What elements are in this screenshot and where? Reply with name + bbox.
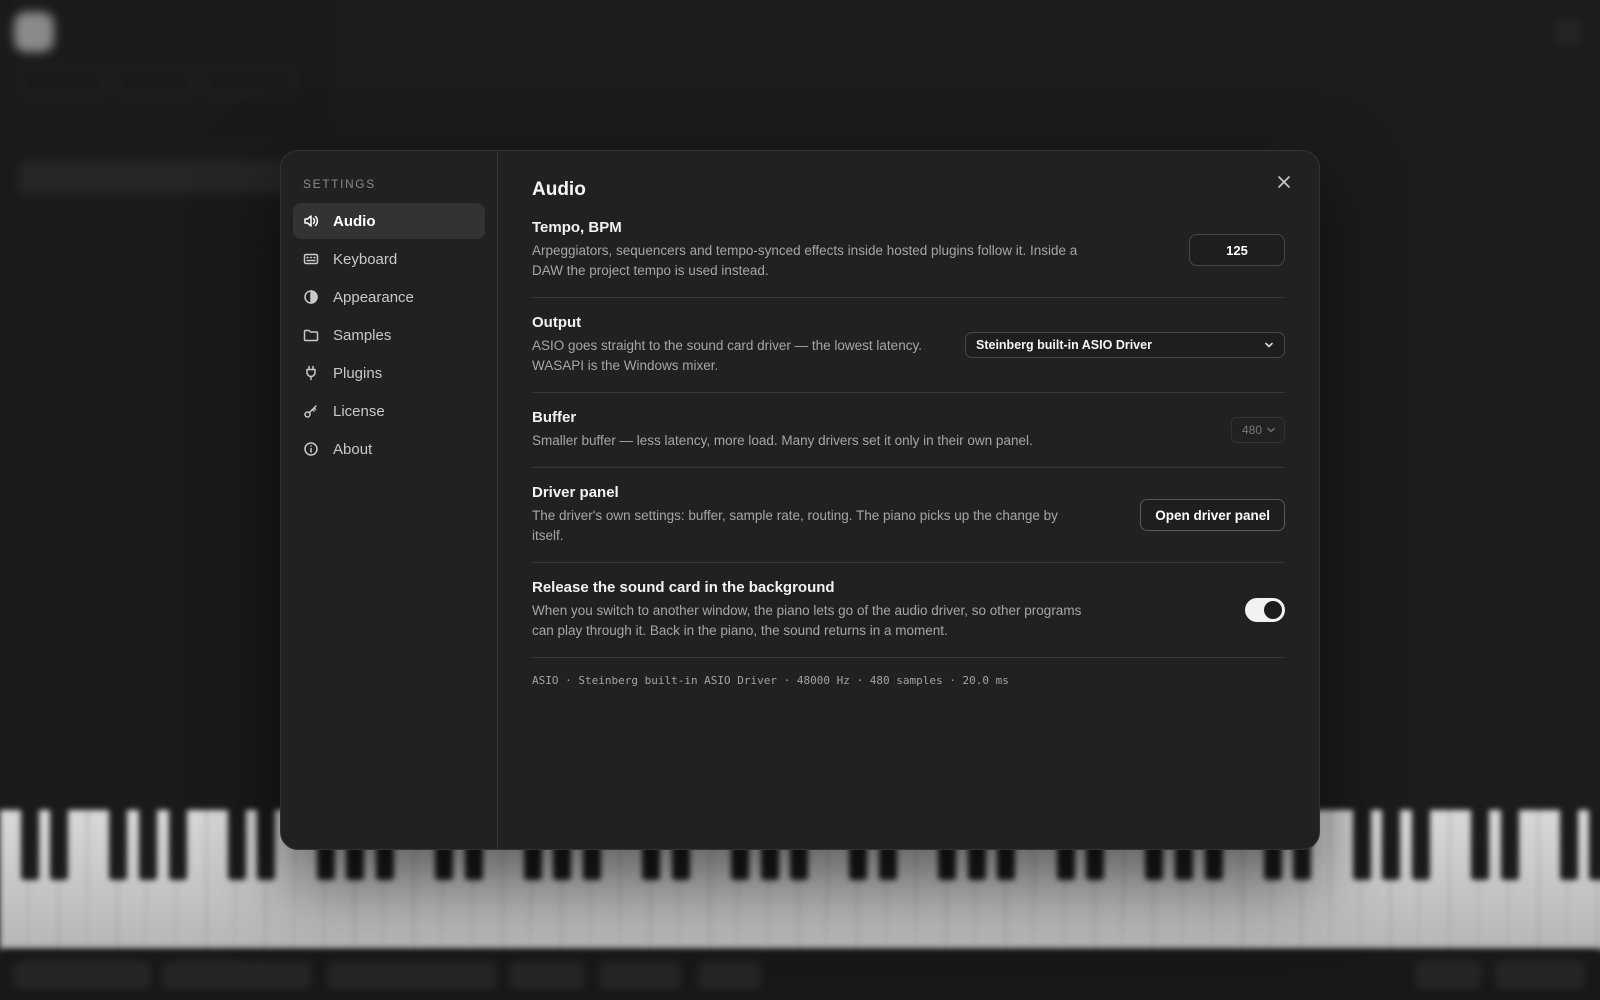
background-pill — [600, 962, 680, 988]
background-window-button — [1556, 20, 1580, 44]
piano-black-key — [1411, 810, 1430, 880]
settings-nav: SETTINGS Audio Keyboard Appearance Sampl… — [281, 151, 498, 849]
background-pill — [1496, 962, 1584, 988]
background-bottom-bar — [0, 950, 1600, 1000]
open-driver-panel-button[interactable]: Open driver panel — [1140, 499, 1285, 531]
piano-black-key — [257, 810, 276, 880]
settings-content: Audio Tempo, BPM Arpeggiators, sequencer… — [498, 151, 1319, 849]
background-filter-bar — [20, 116, 320, 146]
setting-description: The driver's own settings: buffer, sampl… — [532, 508, 1058, 543]
nav-item-appearance[interactable]: Appearance — [293, 279, 485, 315]
key-icon — [303, 403, 319, 419]
info-icon — [303, 441, 319, 457]
setting-text: Release the sound card in the background… — [532, 579, 1092, 641]
setting-text: Buffer Smaller buffer — less latency, mo… — [532, 409, 1092, 451]
setting-description: Smaller buffer — less latency, more load… — [532, 433, 1033, 448]
chevron-down-icon — [1266, 425, 1276, 435]
background-pill — [328, 962, 496, 988]
setting-title: Driver panel — [532, 484, 619, 501]
setting-text: Output ASIO goes straight to the sound c… — [532, 314, 932, 376]
piano-black-key — [227, 810, 246, 880]
setting-output: Output ASIO goes straight to the sound c… — [532, 298, 1285, 393]
setting-release-background: Release the sound card in the background… — [532, 563, 1285, 658]
nav-item-about[interactable]: About — [293, 431, 485, 467]
setting-description: ASIO goes straight to the sound card dri… — [532, 338, 922, 373]
setting-buffer: Buffer Smaller buffer — less latency, mo… — [532, 393, 1285, 468]
background-button — [20, 66, 106, 96]
keyboard-icon — [303, 251, 319, 267]
nav-item-label: Samples — [333, 326, 392, 344]
nav-item-label: About — [333, 440, 373, 458]
piano-black-key — [1589, 810, 1600, 880]
setting-driver-panel: Driver panel The driver's own settings: … — [532, 468, 1285, 563]
nav-item-license[interactable]: License — [293, 393, 485, 429]
background-pill — [164, 962, 310, 988]
buffer-size-select[interactable]: 480 — [1230, 417, 1285, 443]
page-title: Audio — [532, 179, 586, 200]
background-button — [204, 66, 294, 96]
nav-item-label: Keyboard — [333, 250, 398, 268]
toggle-knob — [1264, 601, 1282, 619]
output-driver-value: Steinberg built-in ASIO Driver — [976, 338, 1152, 352]
settings-heading: SETTINGS — [303, 177, 376, 191]
background-pill — [1416, 962, 1480, 988]
piano-black-key — [109, 810, 128, 880]
piano-black-key — [1471, 810, 1489, 880]
nav-item-keyboard[interactable]: Keyboard — [293, 241, 485, 277]
piano-black-key — [1559, 810, 1578, 880]
background-list-item — [20, 212, 320, 242]
setting-title: Tempo, BPM — [532, 219, 622, 236]
app-logo — [14, 12, 54, 52]
setting-title: Buffer — [532, 409, 577, 426]
nav-item-label: Audio — [333, 212, 376, 230]
background-button-row — [20, 66, 294, 96]
background-button — [116, 66, 194, 96]
release-background-toggle[interactable] — [1245, 598, 1285, 622]
buffer-size-value: 480 — [1241, 423, 1262, 437]
background-list-item — [20, 162, 320, 192]
piano-black-key — [1382, 810, 1401, 880]
speaker-icon — [303, 213, 319, 229]
nav-item-plugins[interactable]: Plugins — [293, 355, 485, 391]
piano-black-key — [50, 810, 69, 880]
plug-icon — [303, 365, 319, 381]
close-icon — [1278, 176, 1290, 188]
setting-description: When you switch to another window, the p… — [532, 603, 1082, 638]
setting-tempo: Tempo, BPM Arpeggiators, sequencers and … — [532, 219, 1285, 298]
nav-item-label: License — [333, 402, 385, 420]
nav-item-label: Plugins — [333, 364, 383, 382]
nav-item-audio[interactable]: Audio — [293, 203, 485, 239]
setting-description: Arpeggiators, sequencers and tempo-synce… — [532, 243, 1078, 278]
contrast-icon — [303, 289, 319, 305]
piano-black-key — [1352, 810, 1371, 880]
settings-nav-list: Audio Keyboard Appearance Samples Plugin… — [293, 203, 485, 467]
setting-text: Driver panel The driver's own settings: … — [532, 484, 1092, 546]
piano-black-key — [168, 810, 187, 880]
piano-black-key — [1500, 810, 1519, 880]
folder-icon — [303, 327, 319, 343]
output-driver-select[interactable]: Steinberg built-in ASIO Driver — [965, 332, 1285, 358]
nav-item-label: Appearance — [333, 288, 414, 306]
settings-dialog: SETTINGS Audio Keyboard Appearance Sampl… — [280, 150, 1320, 850]
setting-title: Output — [532, 314, 582, 331]
piano-black-key — [20, 810, 39, 880]
setting-title: Release the sound card in the background — [532, 579, 835, 596]
tempo-input[interactable] — [1189, 234, 1285, 266]
close-button[interactable] — [1273, 171, 1295, 193]
piano-black-key — [139, 810, 157, 880]
audio-status-line: ASIO · Steinberg built-in ASIO Driver · … — [532, 674, 1009, 687]
chevron-down-icon — [1264, 340, 1274, 350]
background-pill — [510, 962, 584, 988]
nav-item-samples[interactable]: Samples — [293, 317, 485, 353]
background-list-item — [20, 248, 320, 278]
setting-text: Tempo, BPM Arpeggiators, sequencers and … — [532, 219, 1092, 281]
background-pill — [700, 962, 760, 988]
background-pill — [14, 962, 150, 988]
